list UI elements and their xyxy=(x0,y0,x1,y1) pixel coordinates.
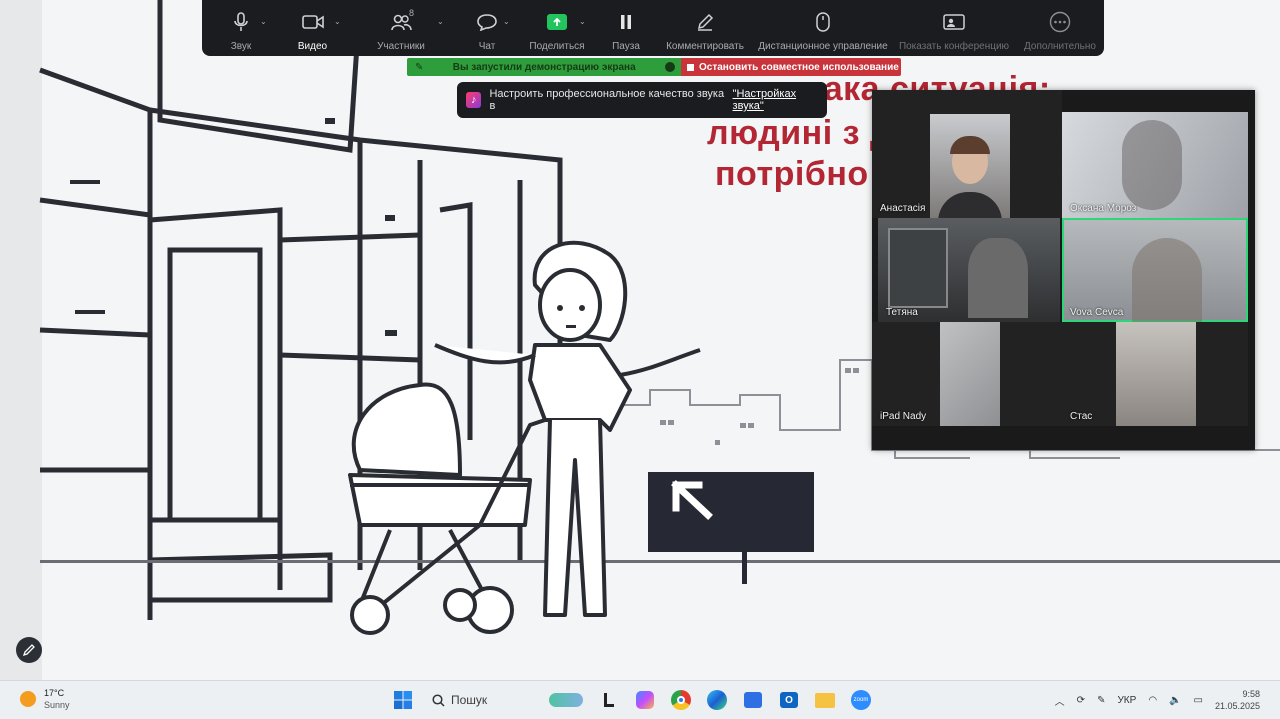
start-icon[interactable] xyxy=(390,687,416,713)
participant-tile[interactable]: Vova Cevca xyxy=(1062,218,1248,322)
more-button[interactable]: Дополнительно xyxy=(1017,10,1103,56)
search-placeholder: Пошук xyxy=(451,693,488,707)
chevron-down-icon[interactable]: ⌄ xyxy=(503,17,510,26)
taskbar-search[interactable]: Пошук xyxy=(426,693,536,707)
video-gallery-panel[interactable]: Анастасія Оксана Мороз Тетяна Vova Cevca… xyxy=(872,90,1255,450)
pen-tool-button[interactable] xyxy=(16,637,42,663)
store-icon[interactable] xyxy=(740,687,766,713)
chevron-up-icon[interactable]: ︿ xyxy=(1055,693,1065,708)
music-note-icon: ♪ xyxy=(466,92,482,108)
participant-video xyxy=(1122,120,1182,210)
share-status-banner: ✎ Вы запустили демонстрацию экрана xyxy=(407,58,681,76)
chevron-down-icon[interactable]: ⌄ xyxy=(260,17,267,26)
sun-icon xyxy=(20,691,36,707)
language-indicator[interactable]: УКР xyxy=(1117,695,1136,706)
video-camera-icon xyxy=(300,10,326,34)
audio-button[interactable]: ⌄ Звук xyxy=(202,10,280,56)
taskview-icon[interactable] xyxy=(596,687,622,713)
zoom-meeting-toolbar: ⌄ Звук ⌄ Видео 8 ⌄ Участники ⌄ Чат ⌄ Под… xyxy=(202,0,1104,56)
microphone-icon xyxy=(228,10,254,34)
share-screen-button[interactable]: ⌄ Поделиться xyxy=(517,10,597,56)
taskbar-apps: Пошук O zoom xyxy=(390,685,874,715)
annotate-button[interactable]: Комментировать xyxy=(655,10,755,56)
slide-heading-line-2: людині з д xyxy=(707,114,893,152)
video-button[interactable]: ⌄ Видео xyxy=(280,10,345,56)
copilot-icon[interactable] xyxy=(632,687,658,713)
pause-icon xyxy=(613,10,639,34)
system-tray: ︿ ⟳ ✎ УКР ◠ 🔈 ▭ 9:58 21.05.2025 xyxy=(1055,685,1260,715)
stop-square-icon xyxy=(687,63,694,71)
participants-button[interactable]: 8 ⌄ Участники xyxy=(345,8,457,56)
pencil-icon xyxy=(692,10,718,34)
chat-button[interactable]: ⌄ Чат xyxy=(457,10,517,56)
sign-board-illustration xyxy=(648,472,814,584)
outlook-icon[interactable]: O xyxy=(776,687,802,713)
explorer-icon[interactable] xyxy=(812,687,838,713)
participant-video xyxy=(1132,238,1202,322)
pin-icon[interactable]: ✎ xyxy=(415,62,423,73)
chat-icon xyxy=(474,10,500,34)
participant-tile[interactable]: Оксана Мороз xyxy=(1062,112,1248,218)
clock-date: 21.05.2025 xyxy=(1214,701,1260,711)
weather-condition: Sunny xyxy=(44,700,70,710)
audio-settings-link[interactable]: "Настройках звука" xyxy=(733,88,827,112)
windows-taskbar: 17°C Sunny Пошук O zoom ︿ ⟳ ✎ УКР ◠ 🔈 ▭ … xyxy=(0,680,1280,719)
weather-temp: 17°C xyxy=(44,688,65,698)
pause-share-button[interactable]: Пауза xyxy=(597,10,655,56)
volume-icon[interactable]: 🔈 xyxy=(1169,695,1181,706)
remote-control-button[interactable]: Дистанционное управление xyxy=(755,10,891,56)
search-icon xyxy=(432,693,445,707)
participant-video xyxy=(940,322,1000,426)
chevron-down-icon[interactable]: ⌄ xyxy=(334,17,341,26)
chrome-icon[interactable] xyxy=(668,687,694,713)
participant-tile[interactable]: Анастасія xyxy=(872,90,1062,218)
participant-video xyxy=(930,114,1010,218)
files-icon[interactable] xyxy=(546,687,586,713)
show-meeting-button[interactable]: Показать конференцию xyxy=(891,10,1017,56)
edge-icon[interactable] xyxy=(704,687,730,713)
battery-icon[interactable]: ▭ xyxy=(1194,695,1203,706)
stop-share-button[interactable]: Остановить совместное использование xyxy=(681,58,901,76)
audio-tip-text: Настроить профессиональное качество звук… xyxy=(489,88,725,112)
participant-video xyxy=(1116,322,1196,426)
participant-tile[interactable]: Стас xyxy=(1062,322,1248,426)
chevron-down-icon[interactable]: ⌄ xyxy=(437,17,444,26)
weather-widget[interactable]: 17°C Sunny xyxy=(20,687,70,711)
share-screen-icon xyxy=(544,10,570,34)
clock[interactable]: 9:58 21.05.2025 xyxy=(1215,688,1260,712)
wifi-icon[interactable]: ◠ xyxy=(1148,695,1157,706)
participant-video xyxy=(888,228,948,308)
zoom-icon[interactable]: zoom xyxy=(848,687,874,713)
pen-tray-icon[interactable]: ✎ xyxy=(1097,695,1105,706)
mouse-icon xyxy=(810,10,836,34)
participant-tile[interactable]: iPad Nady xyxy=(872,322,1062,426)
pen-icon xyxy=(22,644,35,657)
audio-quality-tooltip: ♪ Настроить профессиональное качество зв… xyxy=(457,82,827,118)
clock-time: 9:58 xyxy=(1242,689,1260,699)
chevron-down-icon[interactable]: ⌄ xyxy=(579,17,586,26)
participants-count: 8 xyxy=(409,8,415,18)
sync-icon[interactable]: ⟳ xyxy=(1077,695,1085,706)
participant-tile[interactable]: Тетяна xyxy=(878,218,1060,322)
screen-share-status-bar: ✎ Вы запустили демонстрацию экрана Остан… xyxy=(407,58,901,76)
more-icon xyxy=(1047,10,1073,34)
shield-check-icon xyxy=(665,62,675,72)
show-meeting-icon xyxy=(941,10,967,34)
slide-heading-line-3: потрібно xyxy=(715,155,869,193)
